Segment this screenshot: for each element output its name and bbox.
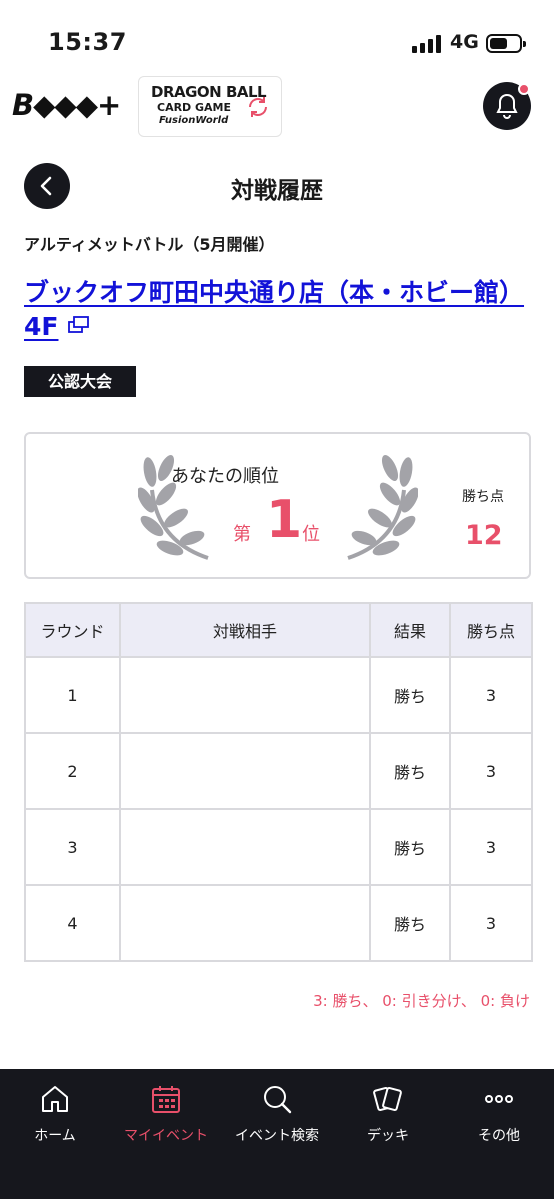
signal-icon — [412, 35, 442, 53]
results-table: ラウンド 対戦相手 結果 勝ち点 1 勝ち 3 2 勝ち 3 3 勝ち 3 4 … — [24, 602, 533, 962]
points-cell: 3 — [449, 808, 533, 886]
store-name[interactable]: ブックオフ町田中央通り店（本・ホビー館）4F — [24, 278, 524, 341]
status-time: 15:37 — [48, 28, 127, 56]
table-row: 2 勝ち 3 — [24, 732, 533, 810]
result-cell: 勝ち — [369, 656, 451, 734]
result-cell: 勝ち — [369, 884, 451, 962]
points-value: 12 — [465, 520, 503, 551]
opponent-cell — [119, 732, 371, 810]
store-link[interactable]: ブックオフ町田中央通り店（本・ホビー館）4F — [24, 276, 524, 344]
search-icon — [264, 1086, 292, 1114]
rank-suffix: 位 — [302, 524, 320, 545]
points-legend: 3: 勝ち、 0: 引き分け、 0: 負け — [313, 992, 530, 1010]
game-logo-line3: FusionWorld — [159, 115, 229, 126]
calendar-icon — [152, 1086, 180, 1113]
rank-card: あなたの順位 第 1 位 勝ち点 12 — [24, 432, 531, 579]
event-name: アルティメットバトル（5月開催） — [24, 235, 275, 254]
external-link-icon[interactable] — [68, 316, 90, 334]
nav-more-label: その他 — [478, 1128, 520, 1144]
table-row: 4 勝ち 3 — [24, 884, 533, 962]
header-result: 結果 — [369, 602, 451, 658]
official-tournament-badge: 公認大会 — [24, 366, 136, 397]
nav-home-label: ホーム — [34, 1128, 76, 1144]
nav-event-search[interactable]: イベント検索 — [222, 1069, 332, 1199]
table-header-row: ラウンド 対戦相手 結果 勝ち点 — [24, 602, 533, 658]
rank-value: 1 — [266, 490, 303, 550]
points-cell: 3 — [449, 732, 533, 810]
nav-deck[interactable]: デッキ — [333, 1069, 443, 1199]
points-cell: 3 — [449, 656, 533, 734]
opponent-cell — [119, 656, 371, 734]
network-type: 4G — [450, 31, 479, 53]
battery-level — [490, 38, 507, 49]
points-label: 勝ち点 — [462, 489, 504, 505]
home-icon — [42, 1086, 68, 1112]
round-cell: 4 — [24, 884, 121, 962]
opponent-cell — [119, 808, 371, 886]
table-row: 3 勝ち 3 — [24, 808, 533, 886]
header-points: 勝ち点 — [449, 602, 533, 658]
nav-more[interactable]: その他 — [444, 1069, 554, 1199]
nav-event-search-label: イベント検索 — [235, 1128, 319, 1144]
page-title: 対戦履歴 — [231, 178, 323, 204]
result-cell: 勝ち — [369, 732, 451, 810]
nav-home[interactable]: ホーム — [0, 1069, 110, 1199]
table-row: 1 勝ち 3 — [24, 656, 533, 734]
bottom-nav: ホーム マイイベント イベント検索 デッキ その他 — [0, 1069, 554, 1199]
bandai-plus-logo[interactable]: B◆◆◆+ — [12, 88, 121, 122]
refresh-icon[interactable] — [246, 95, 270, 119]
result-cell: 勝ち — [369, 808, 451, 886]
more-icon — [485, 1095, 513, 1103]
nav-my-events[interactable]: マイイベント — [111, 1069, 221, 1199]
nav-my-events-label: マイイベント — [124, 1128, 208, 1144]
header-opponent: 対戦相手 — [119, 602, 371, 658]
nav-deck-label: デッキ — [367, 1128, 409, 1144]
cards-icon — [373, 1086, 402, 1112]
laurel-right-icon — [347, 455, 418, 560]
opponent-cell — [119, 884, 371, 962]
game-logo-line2: CARD GAME — [157, 101, 232, 114]
rank-prefix: 第 — [233, 524, 251, 545]
round-cell: 3 — [24, 808, 121, 886]
header-round: ラウンド — [24, 602, 121, 658]
round-cell: 2 — [24, 732, 121, 810]
game-logo[interactable]: DRAGON BALL CARD GAME FusionWorld — [138, 76, 282, 137]
round-cell: 1 — [24, 656, 121, 734]
points-cell: 3 — [449, 884, 533, 962]
notification-badge — [518, 83, 530, 95]
bell-icon — [496, 93, 518, 119]
status-bar: 15:37 4G — [0, 0, 554, 70]
battery-icon — [486, 34, 526, 53]
